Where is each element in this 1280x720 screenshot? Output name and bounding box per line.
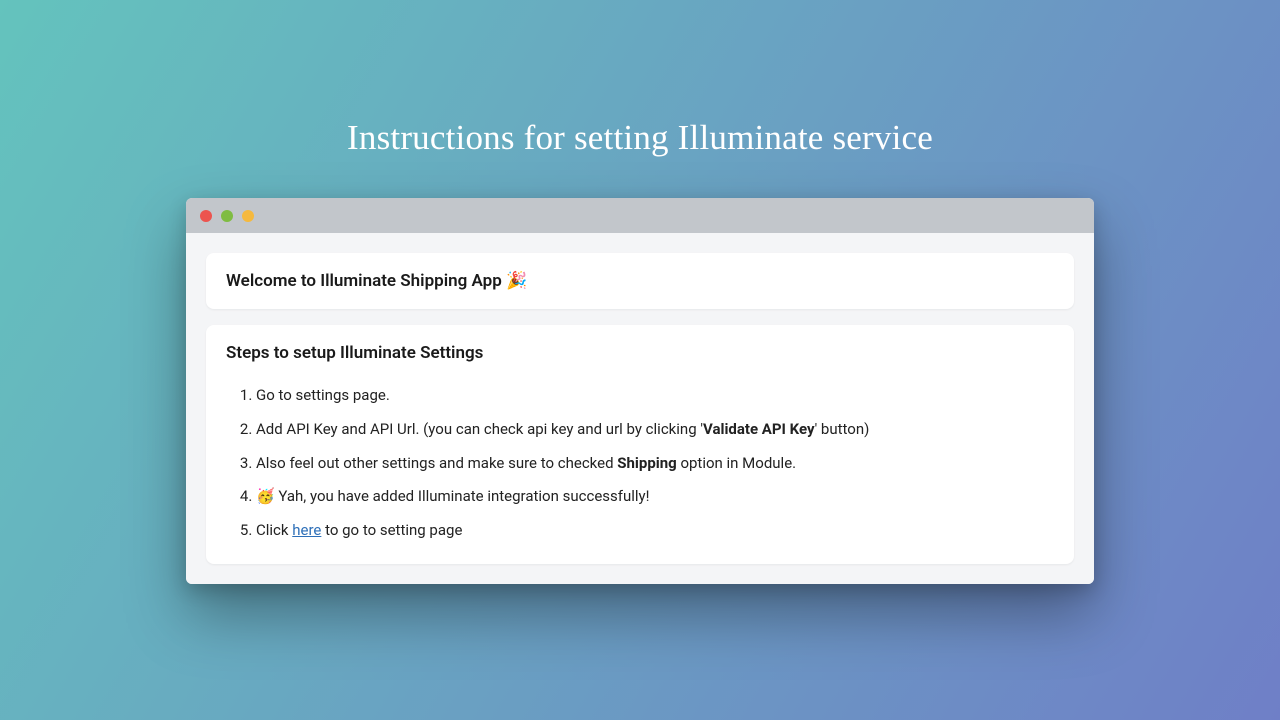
window-minimize-icon[interactable] bbox=[221, 210, 233, 222]
welcome-heading: Welcome to Illuminate Shipping App 🎉 bbox=[226, 271, 1054, 291]
step-item-1: Go to settings page. bbox=[256, 385, 1054, 407]
browser-window: Welcome to Illuminate Shipping App 🎉 Ste… bbox=[186, 198, 1094, 584]
step-item-4: 🥳 Yah, you have added Illuminate integra… bbox=[256, 486, 1054, 508]
step-text-post: ' button) bbox=[815, 420, 870, 438]
step-text-post: to go to setting page bbox=[321, 521, 462, 539]
window-close-icon[interactable] bbox=[200, 210, 212, 222]
browser-content: Welcome to Illuminate Shipping App 🎉 Ste… bbox=[186, 233, 1094, 584]
window-zoom-icon[interactable] bbox=[242, 210, 254, 222]
step-text-bold: Validate API Key bbox=[703, 420, 815, 438]
steps-card: Steps to setup Illuminate Settings Go to… bbox=[206, 325, 1074, 564]
title-bar bbox=[186, 198, 1094, 233]
page-title: Instructions for setting Illuminate serv… bbox=[0, 118, 1280, 158]
welcome-card: Welcome to Illuminate Shipping App 🎉 bbox=[206, 253, 1074, 309]
step-item-5: Click here to go to setting page bbox=[256, 520, 1054, 542]
steps-list: Go to settings page. Add API Key and API… bbox=[226, 385, 1054, 542]
step-item-2: Add API Key and API Url. (you can check … bbox=[256, 419, 1054, 441]
step-text-pre: Click bbox=[256, 521, 292, 539]
step-text-pre: Add API Key and API Url. (you can check … bbox=[256, 420, 703, 438]
step-text-post: option in Module. bbox=[677, 454, 796, 472]
step-text: 🥳 Yah, you have added Illuminate integra… bbox=[256, 487, 650, 505]
step-text-pre: Also feel out other settings and make su… bbox=[256, 454, 617, 472]
settings-link[interactable]: here bbox=[292, 521, 321, 539]
step-item-3: Also feel out other settings and make su… bbox=[256, 453, 1054, 475]
steps-heading: Steps to setup Illuminate Settings bbox=[226, 343, 1054, 363]
step-text: Go to settings page. bbox=[256, 386, 390, 404]
step-text-bold: Shipping bbox=[617, 454, 676, 472]
